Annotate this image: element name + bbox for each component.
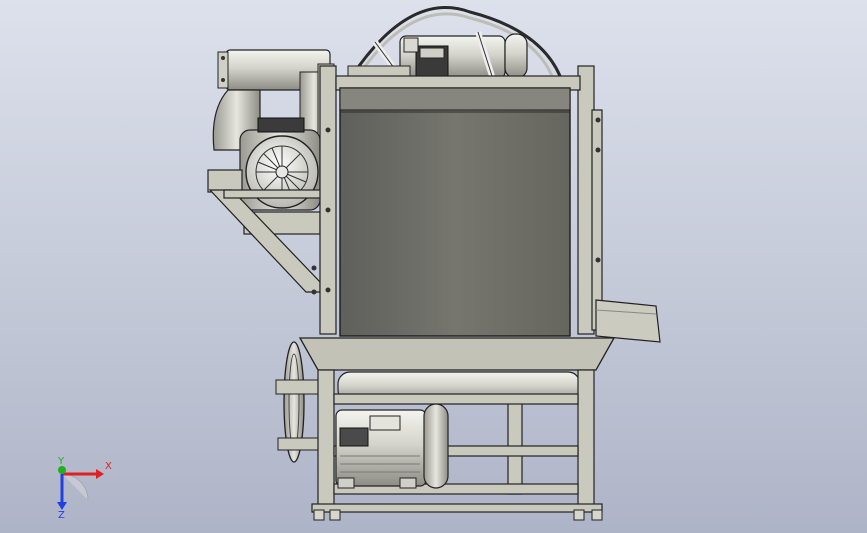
- cad-viewport[interactable]: X Y Z: [0, 0, 867, 533]
- x-axis-label: X: [105, 461, 112, 472]
- machine-model[interactable]: [0, 0, 867, 533]
- axis-triad: X Y Z: [57, 456, 112, 518]
- y-axis-label: Y: [57, 456, 65, 467]
- z-axis-label: Z: [58, 510, 65, 518]
- lower-motor: [335, 403, 449, 489]
- hopper-trough: [298, 337, 616, 371]
- y-axis-marker: [58, 466, 66, 474]
- main-panel: [339, 87, 571, 337]
- discharge-chute: [595, 299, 661, 343]
